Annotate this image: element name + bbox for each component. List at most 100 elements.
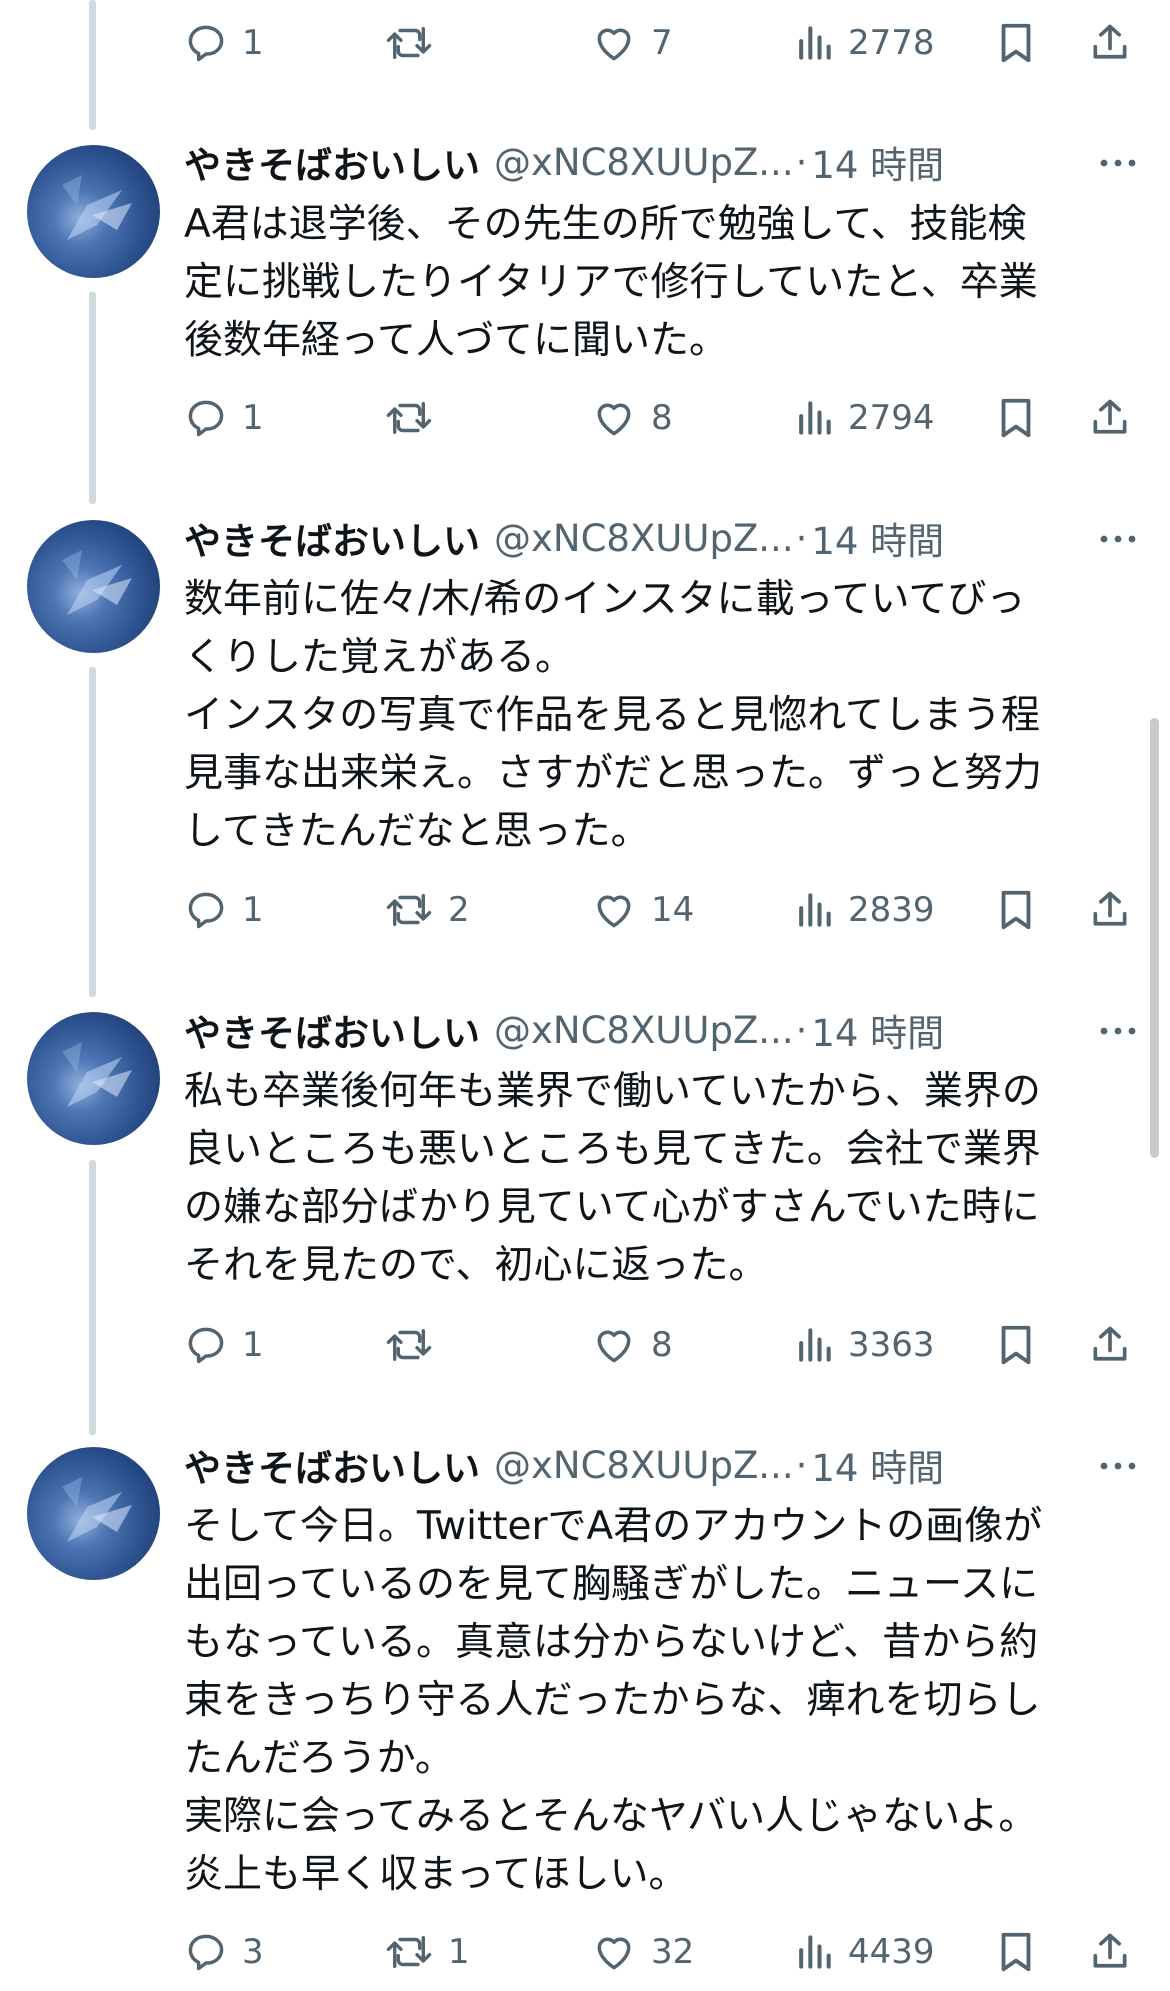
retweet-count: 2 xyxy=(448,890,470,930)
bookmark-button[interactable] xyxy=(996,1315,1036,1375)
more-button[interactable] xyxy=(1096,1002,1140,1058)
reply-icon xyxy=(184,21,228,65)
retweet-icon xyxy=(384,396,434,440)
tweet-actions: 1 2 14 2839 xyxy=(184,880,1144,940)
user-handle[interactable]: @xNC8XUUpZ... xyxy=(494,517,794,560)
reply-icon xyxy=(184,1930,228,1974)
views-button[interactable]: 2778 xyxy=(794,13,935,73)
retweet-button[interactable] xyxy=(384,13,448,73)
retweet-button[interactable]: 1 xyxy=(384,1922,470,1982)
views-icon xyxy=(794,1323,834,1367)
bookmark-button[interactable] xyxy=(996,13,1036,73)
views-icon xyxy=(794,396,834,440)
views-count: 2794 xyxy=(848,398,935,438)
more-icon xyxy=(1098,1021,1138,1040)
avatar[interactable] xyxy=(27,145,160,278)
reply-count: 1 xyxy=(242,1325,264,1365)
thread-line xyxy=(89,0,96,130)
like-button[interactable]: 8 xyxy=(591,388,673,448)
display-name[interactable]: やきそばおいしい xyxy=(184,1438,480,1492)
reply-icon xyxy=(184,396,228,440)
reply-button[interactable]: 3 xyxy=(184,1922,264,1982)
display-name[interactable]: やきそばおいしい xyxy=(184,135,480,189)
bookmark-button[interactable] xyxy=(996,1922,1036,1982)
views-count: 2778 xyxy=(848,23,935,63)
more-button[interactable] xyxy=(1096,510,1140,566)
retweet-icon xyxy=(384,1930,434,1974)
timestamp[interactable]: 14 時間 xyxy=(811,135,944,189)
bookmark-icon xyxy=(996,887,1036,933)
avatar[interactable] xyxy=(27,1447,160,1580)
like-button[interactable]: 14 xyxy=(591,880,694,940)
reply-count: 3 xyxy=(242,1932,264,1972)
more-button[interactable] xyxy=(1096,1437,1140,1493)
reply-count: 1 xyxy=(242,398,264,438)
scrollbar[interactable] xyxy=(1150,718,1159,1158)
share-icon xyxy=(1088,887,1132,933)
tweet-actions: 1 7 2778 xyxy=(184,13,1144,73)
thread-line xyxy=(89,1160,96,1435)
bookmark-button[interactable] xyxy=(996,880,1036,940)
share-button[interactable] xyxy=(1088,1315,1132,1375)
reply-button[interactable]: 1 xyxy=(184,388,264,448)
heart-icon xyxy=(591,396,637,440)
share-button[interactable] xyxy=(1088,13,1132,73)
reply-button[interactable]: 1 xyxy=(184,880,264,940)
user-handle[interactable]: @xNC8XUUpZ... xyxy=(494,1009,794,1052)
retweet-button[interactable] xyxy=(384,1315,448,1375)
bookmark-icon xyxy=(996,1322,1036,1368)
heart-icon xyxy=(591,1930,637,1974)
reply-count: 1 xyxy=(242,23,264,63)
heart-icon xyxy=(591,1323,637,1367)
share-button[interactable] xyxy=(1088,388,1132,448)
share-icon xyxy=(1088,395,1132,441)
avatar[interactable] xyxy=(27,520,160,653)
avatar[interactable] xyxy=(27,1012,160,1145)
share-button[interactable] xyxy=(1088,1922,1132,1982)
separator-dot: · xyxy=(795,140,808,184)
display-name[interactable]: やきそばおいしい xyxy=(184,511,480,565)
display-name[interactable]: やきそばおいしい xyxy=(184,1003,480,1057)
share-icon xyxy=(1088,1929,1132,1975)
like-count: 14 xyxy=(651,890,695,930)
retweet-count: 1 xyxy=(448,1932,470,1972)
reply-icon xyxy=(184,1323,228,1367)
tweet-actions: 3 1 32 4439 xyxy=(184,1922,1144,1982)
views-icon xyxy=(794,888,834,932)
reply-button[interactable]: 1 xyxy=(184,1315,264,1375)
like-count: 8 xyxy=(651,1325,673,1365)
like-count: 7 xyxy=(651,23,673,63)
reply-count: 1 xyxy=(242,890,264,930)
views-button[interactable]: 4439 xyxy=(794,1922,935,1982)
heart-icon xyxy=(591,888,637,932)
user-handle[interactable]: @xNC8XUUpZ... xyxy=(494,1444,794,1487)
share-button[interactable] xyxy=(1088,880,1132,940)
reply-icon xyxy=(184,888,228,932)
timestamp[interactable]: 14 時間 xyxy=(811,511,944,565)
like-button[interactable]: 8 xyxy=(591,1315,673,1375)
tweet-actions: 1 8 3363 xyxy=(184,1315,1144,1375)
thread-line xyxy=(89,667,96,997)
tweet-text: A君は退学後、その先生の所で勉強して、技能検 定に挑戦したりイタリアで修行してい… xyxy=(184,202,1038,363)
tweet-header: やきそばおいしい @xNC8XUUpZ... · 14 時間 xyxy=(184,1437,1140,1493)
user-handle[interactable]: @xNC8XUUpZ... xyxy=(494,141,794,184)
reply-button[interactable]: 1 xyxy=(184,13,264,73)
views-button[interactable]: 2794 xyxy=(794,388,935,448)
like-button[interactable]: 32 xyxy=(591,1922,694,1982)
separator-dot: · xyxy=(795,516,808,560)
bookmark-button[interactable] xyxy=(996,388,1036,448)
retweet-button[interactable]: 2 xyxy=(384,880,470,940)
separator-dot: · xyxy=(795,1443,808,1487)
heart-icon xyxy=(591,21,637,65)
views-button[interactable]: 2839 xyxy=(794,880,935,940)
views-icon xyxy=(794,1930,834,1974)
timestamp[interactable]: 14 時間 xyxy=(811,1438,944,1492)
like-button[interactable]: 7 xyxy=(591,13,673,73)
retweet-icon xyxy=(384,21,434,65)
views-button[interactable]: 3363 xyxy=(794,1315,935,1375)
more-button[interactable] xyxy=(1096,134,1140,190)
like-count: 8 xyxy=(651,398,673,438)
timestamp[interactable]: 14 時間 xyxy=(811,1003,944,1057)
retweet-button[interactable] xyxy=(384,388,448,448)
more-icon xyxy=(1098,1456,1138,1475)
